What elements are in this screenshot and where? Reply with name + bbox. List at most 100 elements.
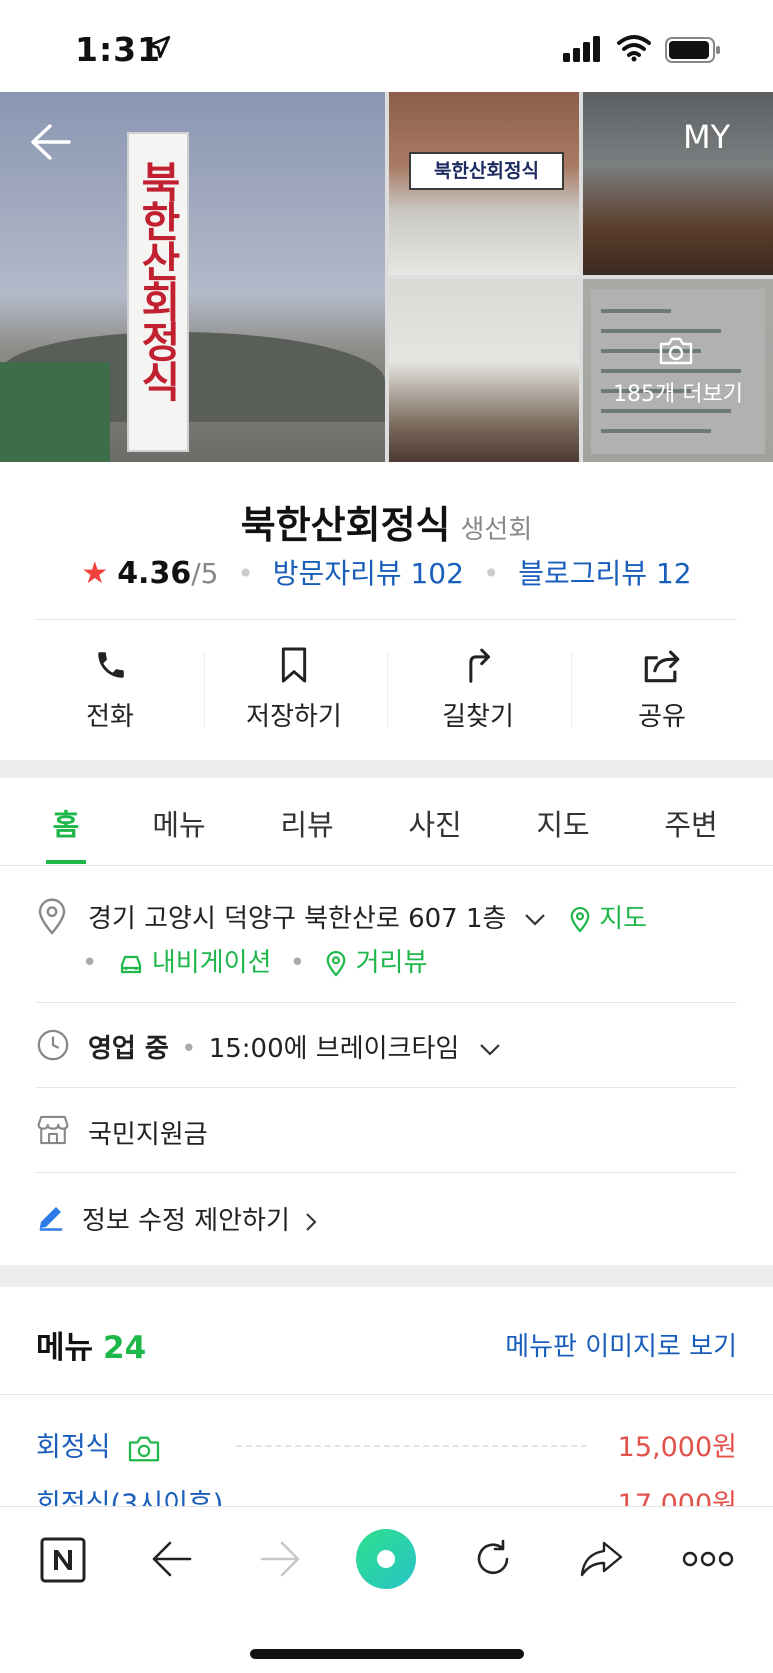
map-pin-green-icon (570, 906, 590, 933)
divider (0, 1394, 773, 1395)
share-label: 공유 (638, 702, 686, 732)
tab-photos[interactable]: 사진 (380, 802, 490, 844)
share-icon (644, 650, 680, 683)
navigation-link[interactable]: 내비게이션 (152, 948, 272, 978)
car-icon (120, 955, 141, 973)
section-gap (0, 1265, 773, 1287)
more-options-icon[interactable] (682, 1549, 734, 1569)
pencil-icon (39, 1207, 63, 1231)
chevron-down-icon[interactable] (523, 912, 547, 928)
tab-home[interactable]: 홈 (11, 802, 121, 844)
call-label: 전화 (86, 702, 134, 732)
dotted-leader (236, 1445, 587, 1447)
naver-home-icon[interactable] (40, 1537, 86, 1583)
greendot-icon[interactable] (355, 1528, 417, 1590)
tab-map[interactable]: 지도 (508, 802, 618, 844)
awning-shape (0, 362, 110, 462)
back-icon[interactable] (150, 1539, 194, 1579)
hours-row[interactable]: 영업 중 • 15:00에 브레이크타임 (36, 1026, 737, 1066)
tab-bar: 홈 메뉴 리뷰 사진 지도 주변 (0, 778, 773, 866)
separator-dot: • (82, 948, 98, 978)
forward-icon[interactable] (258, 1539, 302, 1579)
street-view-link[interactable]: 거리뷰 (356, 948, 428, 978)
share-button[interactable]: 공유 (570, 640, 754, 732)
separator-dot: • (482, 557, 500, 590)
storefront-sign: 북한산회정식 (409, 152, 564, 190)
divider (36, 1172, 737, 1173)
back-arrow-icon[interactable] (28, 122, 72, 162)
menu-section-title: 메뉴 24 (36, 1322, 146, 1367)
section-gap (0, 760, 773, 778)
call-button[interactable]: 전화 (18, 640, 202, 732)
menu-item[interactable]: 회정식 15,000원 (36, 1425, 737, 1467)
home-indicator[interactable] (250, 1649, 524, 1659)
menu-title: 메뉴 (36, 1330, 94, 1366)
camera-icon (129, 1436, 160, 1461)
directions-button[interactable]: 길찾기 (386, 640, 570, 732)
separator-dot: • (289, 948, 306, 978)
divider (387, 652, 388, 728)
place-detail-page: 1:31 북한산회정식 북한산회정식 185개 더보기 MY 북한산회정식 생선… (0, 0, 773, 1673)
divider (204, 652, 205, 728)
hours-detail: 15:00에 브레이크타임 (208, 1034, 460, 1064)
restaurant-pole-sign: 북한산회정식 (127, 132, 189, 452)
directions-label: 길찾기 (442, 702, 514, 732)
support-text: 국민지원금 (88, 1120, 208, 1150)
more-photos-overlay[interactable] (583, 279, 773, 462)
visitor-reviews-link[interactable]: 방문자리뷰 102 (273, 557, 464, 590)
dining-room-photo[interactable] (583, 92, 773, 275)
suggest-edit-label: 정보 수정 제안하기 (82, 1206, 290, 1236)
menu-count: 24 (103, 1330, 147, 1366)
more-photos-label[interactable]: 185개 더보기 (583, 376, 773, 408)
hours-text: 영업 중 • 15:00에 브레이크타임 (88, 1028, 502, 1065)
place-category: 생선회 (460, 515, 533, 545)
menu-item-name-text: 회정식 (36, 1432, 111, 1463)
suggest-edit-text: 정보 수정 제안하기 (82, 1200, 318, 1237)
interior-photo[interactable] (389, 279, 579, 462)
address-links: • 내비게이션 • 거리뷰 (82, 942, 427, 979)
directions-icon (469, 648, 490, 683)
chevron-right-icon (306, 1212, 317, 1231)
rating-row: ★ 4.36/5 • 방문자리뷰 102 • 블로그리뷰 12 (0, 552, 773, 592)
cellular-signal-icon (563, 36, 600, 62)
camera-icon (659, 337, 693, 365)
wifi-icon (617, 35, 651, 62)
bookmark-icon (281, 647, 307, 683)
tab-menu[interactable]: 메뉴 (124, 802, 234, 844)
location-arrow-icon (147, 35, 171, 59)
address-text: 경기 고양시 덕양구 북한산로 607 1층 지도 (88, 898, 647, 935)
divider (36, 1002, 737, 1003)
status-bar: 1:31 (0, 0, 773, 92)
location-pin-icon (38, 898, 66, 935)
active-tab-indicator (46, 860, 86, 864)
menu-image-link[interactable]: 메뉴판 이미지로 보기 (505, 1326, 737, 1363)
divider (36, 619, 737, 620)
suggest-edit-row[interactable]: 정보 수정 제안하기 (36, 1198, 737, 1238)
store-icon (37, 1115, 69, 1145)
chevron-down-icon[interactable] (478, 1042, 502, 1058)
storefront-photo[interactable]: 북한산회정식 (389, 92, 579, 275)
rating-value: 4.36 (117, 556, 192, 591)
save-button[interactable]: 저장하기 (202, 640, 386, 732)
tab-nearby[interactable]: 주변 (636, 802, 746, 844)
battery-icon (665, 37, 720, 63)
address-value: 경기 고양시 덕양구 북한산로 607 1층 (88, 904, 507, 934)
my-button[interactable]: MY (683, 118, 730, 156)
rating-max: /5 (191, 557, 219, 590)
clock-icon (37, 1029, 69, 1061)
separator-dot: • (237, 557, 254, 590)
address-row: 경기 고양시 덕양구 북한산로 607 1층 지도 • 내비게이션 • 거리뷰 (36, 896, 737, 978)
phone-icon (98, 652, 124, 678)
menu-item-name: 회정식 (36, 1425, 161, 1464)
street-view-pin-icon (327, 950, 346, 977)
star-icon: ★ (81, 556, 109, 591)
map-link[interactable]: 지도 (599, 904, 647, 934)
share-icon[interactable] (578, 1539, 624, 1579)
refresh-icon[interactable] (471, 1537, 515, 1581)
place-title: 북한산회정식 생선회 (0, 494, 773, 549)
tab-reviews[interactable]: 리뷰 (252, 802, 362, 844)
divider (571, 652, 572, 728)
support-row: 국민지원금 (36, 1112, 737, 1152)
blog-reviews-link[interactable]: 블로그리뷰 12 (518, 557, 691, 590)
place-name: 북한산회정식 (240, 503, 451, 547)
